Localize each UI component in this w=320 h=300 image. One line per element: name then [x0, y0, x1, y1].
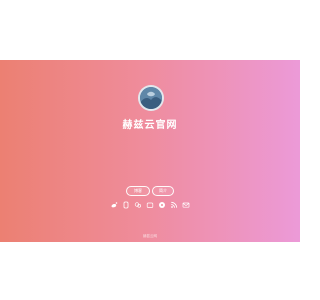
music-icon[interactable]	[158, 201, 166, 209]
avatar-image	[140, 87, 162, 109]
weibo-icon[interactable]	[110, 201, 118, 209]
blog-button[interactable]: 博客	[126, 186, 150, 196]
icp-link[interactable]: 赫兹云网	[0, 234, 300, 239]
intro-button[interactable]: 简介	[152, 186, 174, 196]
social-links	[110, 200, 190, 210]
mail-icon[interactable]	[182, 201, 190, 209]
wechat-icon[interactable]	[134, 201, 142, 209]
avatar[interactable]	[138, 85, 164, 111]
qq-icon[interactable]	[122, 201, 130, 209]
bilibili-icon[interactable]	[146, 201, 154, 209]
site-title: 赫兹云官网	[122, 120, 178, 131]
rss-icon[interactable]	[170, 201, 178, 209]
homepage: 赫兹云官网 博客 简介 赫兹云网	[0, 0, 300, 300]
